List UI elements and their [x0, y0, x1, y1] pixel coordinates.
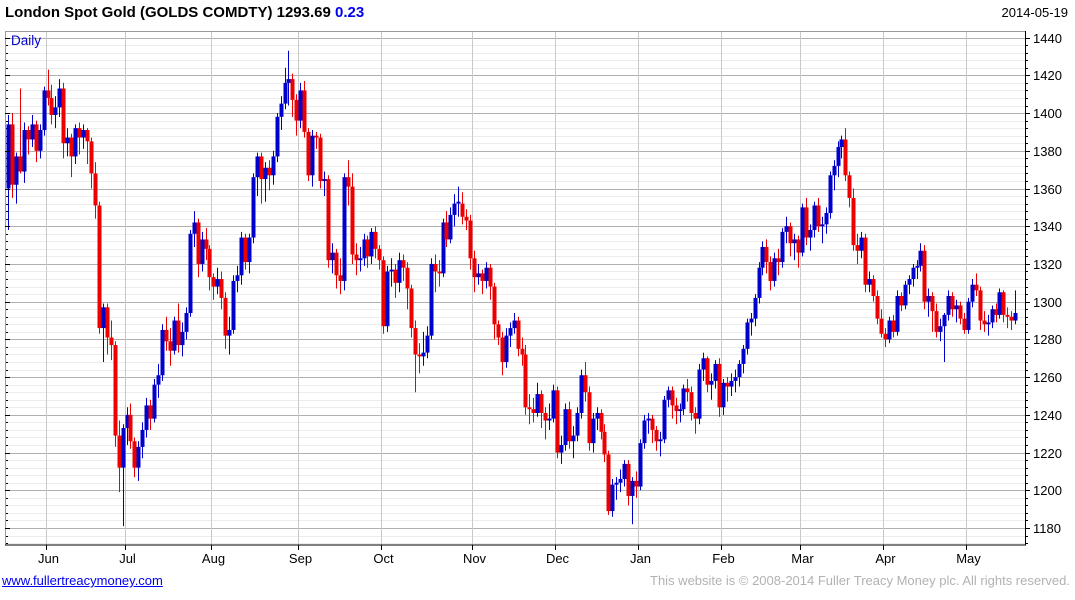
- svg-text:Jul: Jul: [119, 551, 136, 566]
- svg-text:1300: 1300: [1033, 295, 1062, 310]
- copyright-text: This website is © 2008-2014 Fuller Treac…: [650, 573, 1070, 588]
- price-change: 0.23: [335, 4, 365, 21]
- svg-text:1280: 1280: [1033, 332, 1062, 347]
- site-link[interactable]: www.fullertreacymoney.com: [2, 573, 163, 588]
- svg-text:1440: 1440: [1033, 31, 1062, 46]
- svg-text:1240: 1240: [1033, 408, 1062, 423]
- chart-title: London Spot Gold (GOLDS COMDTY) 1293.69 …: [5, 4, 364, 21]
- app-window: London Spot Gold (GOLDS COMDTY) 1293.69 …: [0, 0, 1075, 600]
- svg-text:Jan: Jan: [630, 551, 651, 566]
- svg-text:May: May: [956, 551, 981, 566]
- svg-text:1380: 1380: [1033, 144, 1062, 159]
- footer: www.fullertreacymoney.com This website i…: [0, 571, 1075, 593]
- svg-text:1400: 1400: [1033, 106, 1062, 121]
- svg-text:Sep: Sep: [289, 551, 312, 566]
- candlestick-chart: 1180 1200 1220 1240 1260 1280 1300 1320 1340 1360…: [0, 31, 1075, 566]
- svg-text:Aug: Aug: [202, 551, 225, 566]
- svg-text:Oct: Oct: [373, 551, 394, 566]
- svg-text:1220: 1220: [1033, 446, 1062, 461]
- svg-text:Nov: Nov: [463, 551, 487, 566]
- svg-text:1320: 1320: [1033, 257, 1062, 272]
- svg-text:1180: 1180: [1033, 521, 1061, 536]
- svg-text:1420: 1420: [1033, 68, 1062, 83]
- svg-text:Daily: Daily: [11, 33, 41, 48]
- svg-text:Dec: Dec: [546, 551, 570, 566]
- chart-date: 2014-05-19: [1001, 5, 1069, 20]
- svg-text:Feb: Feb: [712, 551, 734, 566]
- svg-text:1340: 1340: [1033, 219, 1062, 234]
- last-price: 1293.69: [276, 4, 331, 21]
- chart-canvas: 1180 1200 1220 1240 1260 1280 1300 1320 1340 1360…: [5, 31, 1062, 566]
- svg-text:Mar: Mar: [791, 551, 814, 566]
- svg-text:1200: 1200: [1033, 483, 1062, 498]
- svg-text:Apr: Apr: [875, 551, 896, 566]
- svg-text:1260: 1260: [1033, 370, 1062, 385]
- svg-text:Jun: Jun: [38, 551, 59, 566]
- instrument-name: London Spot Gold (GOLDS COMDTY): [5, 4, 273, 21]
- svg-text:1360: 1360: [1033, 182, 1062, 197]
